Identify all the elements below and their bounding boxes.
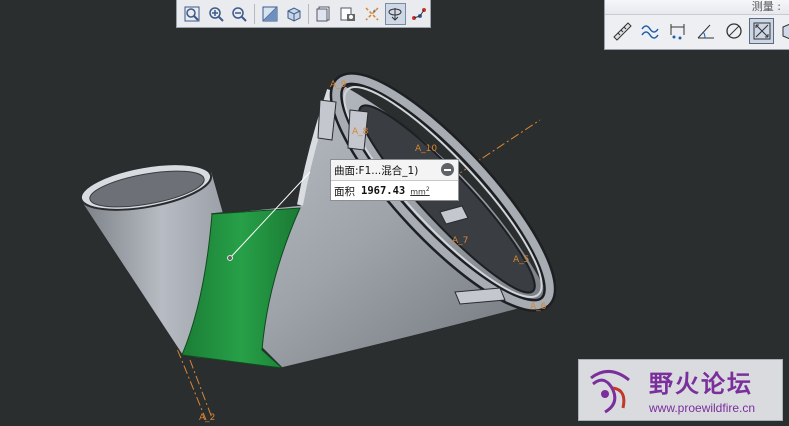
callout-area-row: 面积 1967.43 mm2 xyxy=(331,181,458,201)
measure-area-icon[interactable] xyxy=(749,18,774,44)
datum-label: A_7 xyxy=(452,236,469,246)
callout-area-label: 面积 xyxy=(334,185,355,198)
measure-curve-icon[interactable] xyxy=(637,18,662,44)
svg-text:*: * xyxy=(373,9,376,16)
measure-panel: 测量 : xyxy=(604,0,789,50)
view-manager-icon[interactable] xyxy=(337,3,359,25)
zoom-in-icon[interactable] xyxy=(205,3,227,25)
measure-angle-icon[interactable] xyxy=(693,18,718,44)
measure-length-icon[interactable] xyxy=(609,18,634,44)
measure-tools xyxy=(609,18,789,44)
annotation-display-icon[interactable] xyxy=(408,3,430,25)
watermark-title: 野火论坛 xyxy=(649,369,753,398)
watermark-url: www.proewildfire.cn xyxy=(649,401,756,415)
refit-icon[interactable] xyxy=(181,3,203,25)
forum-logo-icon xyxy=(590,370,630,414)
measure-volume-icon[interactable] xyxy=(777,18,789,44)
forum-watermark: 野火论坛 www.proewildfire.cn xyxy=(578,359,783,421)
datum-label: A_9 xyxy=(330,80,347,90)
measure-distance-icon[interactable] xyxy=(665,18,690,44)
datum-label: A_8 xyxy=(352,127,369,137)
display-style-icon[interactable] xyxy=(313,3,335,25)
datum-label: A_10 xyxy=(415,144,438,154)
measurement-callout[interactable]: 曲面:F1...混合_1) 面积 1967.43 mm2 xyxy=(330,159,459,201)
measure-diameter-icon[interactable] xyxy=(721,18,746,44)
measure-title: 测量 : xyxy=(605,0,789,15)
datum-label: A_5 xyxy=(513,255,530,265)
datum-display-icon[interactable]: * xyxy=(361,3,383,25)
graphics-toolbar: * xyxy=(176,0,431,28)
datum-label: A_6 xyxy=(530,302,547,312)
reorient-icon[interactable] xyxy=(259,3,281,25)
callout-area-unit: mm2 xyxy=(410,185,430,197)
zoom-out-icon[interactable] xyxy=(228,3,250,25)
spin-center-icon[interactable] xyxy=(384,2,407,25)
datum-label: A_2 xyxy=(199,413,216,423)
collapse-icon[interactable] xyxy=(441,163,454,176)
callout-area-value: 1967.43 xyxy=(361,185,406,197)
saved-views-icon[interactable] xyxy=(283,3,305,25)
callout-surface-label: 曲面:F1...混合_1) xyxy=(334,164,419,177)
callout-surface-row: 曲面:F1...混合_1) xyxy=(331,160,458,181)
